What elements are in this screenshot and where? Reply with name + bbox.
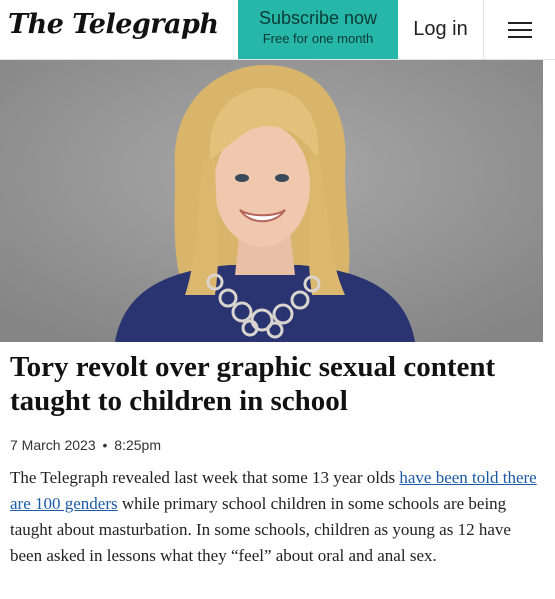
article-body: The Telegraph revealed last week that so… <box>10 465 545 569</box>
subscribe-button[interactable]: Subscribe now Free for one month <box>238 0 398 59</box>
subscribe-label: Subscribe now <box>258 8 378 28</box>
body-intro: The Telegraph revealed last week that so… <box>10 468 400 487</box>
article-time: 8:25pm <box>114 437 161 453</box>
meta-separator: • <box>102 437 108 453</box>
article-photo <box>0 60 543 342</box>
site-header: The Telegraph Subscribe now Free for one… <box>0 0 555 60</box>
article-meta: 7 March 2023 • 8:25pm <box>10 437 545 453</box>
article-headline: Tory revolt over graphic sexual content … <box>10 351 496 417</box>
login-button[interactable]: Log in <box>398 0 484 59</box>
subscribe-sublabel: Free for one month <box>262 31 374 46</box>
menu-button[interactable] <box>485 0 555 59</box>
portrait-image <box>0 60 543 342</box>
article-date: 7 March 2023 <box>10 437 96 453</box>
hamburger-icon <box>508 17 532 43</box>
telegraph-logo[interactable]: The Telegraph <box>8 9 219 40</box>
